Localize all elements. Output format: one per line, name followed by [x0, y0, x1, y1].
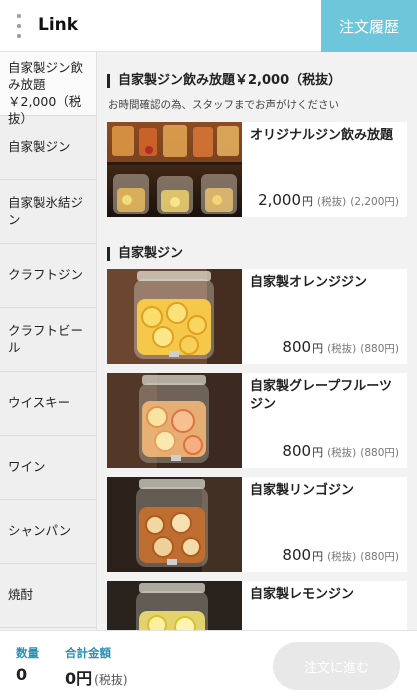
price-currency: 円	[312, 446, 324, 459]
price-incl-tax: (880円)	[360, 343, 399, 355]
product-price: 2,000円 (税抜) (2,200円)	[258, 190, 399, 209]
product-image	[107, 581, 242, 630]
app-title: Link	[38, 15, 79, 35]
price-incl-tax: (2,200円)	[350, 196, 399, 208]
price-tax-note: (税抜)	[317, 196, 347, 208]
sidebar-item-gin-nomihodai[interactable]: 自家製ジン飲み放題￥2,000（税抜）	[0, 52, 96, 126]
price-tax-note: (税抜)	[327, 447, 357, 459]
product-price: 800円 (税抜) (880円)	[282, 441, 399, 460]
product-price: 800円 (税抜) (880円)	[282, 337, 399, 356]
section-note: お時間確認の為、スタッフまでお声がけください	[108, 99, 339, 111]
sidebar-item-craft-gin[interactable]: クラフトジン	[0, 244, 96, 308]
sidebar-item-label: 自家製ジン	[8, 139, 71, 155]
proceed-to-order-button[interactable]: 注文に進む	[273, 642, 400, 690]
product-name: オリジナルジン飲み放題	[250, 128, 394, 143]
sidebar-item-label: ウイスキー	[8, 395, 71, 411]
product-image	[107, 269, 242, 364]
total-value: 0円	[65, 669, 93, 688]
price-value: 800	[282, 338, 312, 356]
sidebar-item-label: 焼酎	[8, 587, 34, 603]
price-incl-tax: (880円)	[360, 551, 399, 563]
sidebar-item-label: ワイン	[8, 459, 46, 475]
product-image	[107, 122, 242, 217]
product-name: 自家製リンゴジン	[250, 483, 355, 498]
sidebar-item-whisky[interactable]: ウイスキー	[0, 372, 96, 436]
product-image	[107, 477, 242, 572]
quantity-label: 数量	[16, 646, 39, 660]
product-image	[107, 373, 242, 468]
product-name: 自家製オレンジジン	[250, 275, 368, 290]
product-price: 800円 (税抜) (880円)	[282, 545, 399, 564]
product-card[interactable]: 自家製リンゴジン 800円 (税抜) (880円)	[107, 477, 407, 572]
product-card[interactable]: 自家製グレープフルーツジン 800円 (税抜) (880円)	[107, 373, 407, 468]
price-currency: 円	[302, 195, 314, 208]
price-incl-tax: (880円)	[360, 447, 399, 459]
sidebar-item-champagne[interactable]: シャンパン	[0, 500, 96, 564]
sidebar-item-label: クラフトジン	[8, 267, 84, 283]
total-label: 合計金額	[65, 646, 111, 660]
sidebar-item-label: シャンパン	[8, 523, 72, 539]
price-currency: 円	[312, 342, 324, 355]
product-card[interactable]: 自家製レモンジン	[107, 581, 407, 630]
section-title: 自家製ジン飲み放題￥2,000（税抜）	[107, 74, 341, 88]
price-tax-note: (税抜)	[327, 551, 357, 563]
sidebar-item-homemade-gin[interactable]: 自家製ジン	[0, 116, 96, 180]
app-header: Link 注文履歴	[0, 0, 417, 52]
product-name: 自家製レモンジン	[250, 587, 355, 602]
sidebar-item-craft-beer[interactable]: クラフトビール	[0, 308, 96, 372]
price-value: 2,000	[258, 191, 302, 209]
price-tax-note: (税抜)	[327, 343, 357, 355]
product-name: 自家製グレープフルーツジン	[250, 379, 392, 412]
price-value: 800	[282, 546, 312, 564]
order-history-button[interactable]: 注文履歴	[321, 0, 417, 52]
section-title: 自家製ジン	[107, 247, 183, 261]
product-card[interactable]: オリジナルジン飲み放題 2,000円 (税抜) (2,200円)	[107, 122, 407, 217]
sidebar-item-wine[interactable]: ワイン	[0, 436, 96, 500]
price-value: 800	[282, 442, 312, 460]
quantity-value: 0	[16, 665, 28, 684]
more-vert-icon[interactable]	[12, 14, 26, 38]
total-tax-note: (税抜)	[94, 673, 128, 687]
sidebar-item-shochu[interactable]: 焼酎	[0, 564, 96, 628]
menu-content: 自家製ジン飲み放題￥2,000（税抜） お時間確認の為、スタッフまでお声がけくだ…	[97, 52, 417, 630]
total-amount: 0円 (税抜)	[65, 665, 128, 689]
product-card[interactable]: 自家製オレンジジン 800円 (税抜) (880円)	[107, 269, 407, 364]
sidebar-item-frozen-gin[interactable]: 自家製氷結ジン	[0, 180, 96, 244]
order-footer: 数量 0 合計金額 0円 (税抜) 注文に進む	[0, 630, 417, 700]
price-currency: 円	[312, 550, 324, 563]
sidebar-item-label: 自家製氷結ジン	[8, 194, 84, 227]
category-sidebar: 自家製ジン飲み放題￥2,000（税抜） 自家製ジン 自家製氷結ジン クラフトジン…	[0, 52, 97, 630]
sidebar-item-label: クラフトビール	[8, 322, 84, 355]
